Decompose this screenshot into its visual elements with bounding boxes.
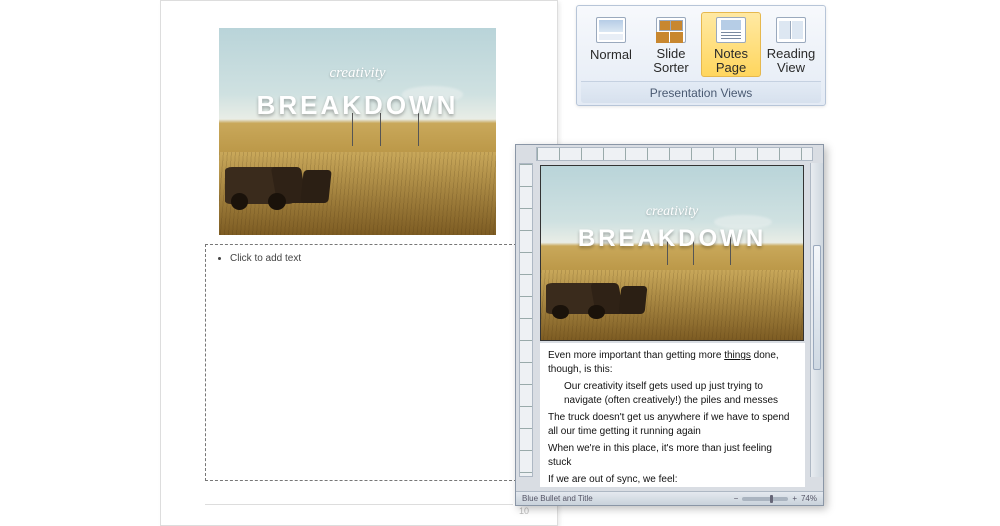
reading-view-button[interactable]: Reading View (761, 12, 821, 77)
notes-page-document: creativity BREAKDOWN Click to add text 1… (160, 0, 558, 526)
notes-page-label-1: Notes (704, 47, 758, 61)
reading-view-icon (776, 17, 806, 43)
normal-view-button[interactable]: Normal (581, 12, 641, 77)
reading-view-label-2: View (764, 61, 818, 75)
note-line: If we are out of sync, we feel: (548, 473, 797, 487)
normal-view-icon (596, 17, 626, 43)
zoom-slider[interactable] (742, 497, 788, 501)
notes-page-icon (716, 17, 746, 43)
zoom-out-icon[interactable]: − (734, 494, 739, 503)
vertical-scrollbar[interactable] (810, 163, 823, 477)
slide-title: BREAKDOWN (219, 90, 496, 121)
mini-notes-pane[interactable]: Even more important than getting more th… (540, 343, 805, 487)
notes-placeholder-text: Click to add text (230, 253, 506, 264)
note-line: The truck doesn't get us anywhere if we … (548, 411, 797, 438)
notes-placeholder[interactable]: Click to add text (205, 244, 517, 481)
mini-slide-title: BREAKDOWN (541, 225, 803, 253)
ribbon-group-label: Presentation Views (581, 81, 821, 103)
scrollbar-thumb[interactable] (813, 245, 821, 371)
status-theme-name: Blue Bullet and Title (522, 494, 593, 503)
mini-slide-art: creativity BREAKDOWN (541, 166, 803, 340)
slide-subtitle: creativity (219, 65, 496, 82)
reading-view-label-1: Reading (764, 47, 818, 61)
slide-art: creativity BREAKDOWN (219, 28, 496, 235)
presentation-views-group: Normal Slide Sorter Notes Page Reading V… (576, 5, 826, 106)
page-footer-rule (205, 504, 513, 505)
mini-slide-thumbnail[interactable]: creativity BREAKDOWN (540, 165, 804, 341)
note-line: When we're in this place, it's more than… (548, 442, 797, 469)
mini-slide-subtitle: creativity (541, 204, 803, 220)
notes-page-button[interactable]: Notes Page (701, 12, 761, 77)
normal-view-label: Normal (584, 47, 638, 62)
zoom-percent[interactable]: 74% (801, 494, 817, 503)
horizontal-ruler[interactable] (536, 147, 813, 161)
mini-status-bar: Blue Bullet and Title − + 74% (516, 491, 823, 505)
zoom-in-icon[interactable]: + (792, 494, 797, 503)
notes-mini-window: creativity BREAKDOWN Even more important… (515, 144, 824, 506)
notes-page-label-2: Page (704, 61, 758, 75)
vertical-ruler[interactable] (519, 163, 533, 477)
page-number: 10 (519, 506, 529, 516)
slide-sorter-label-2: Sorter (644, 61, 698, 75)
slide-sorter-label-1: Slide (644, 47, 698, 61)
slide-thumbnail[interactable]: creativity BREAKDOWN (219, 28, 496, 235)
note-line: Our creativity itself gets used up just … (548, 380, 797, 407)
slide-sorter-icon (656, 17, 686, 43)
slide-sorter-button[interactable]: Slide Sorter (641, 12, 701, 77)
note-line: Even more important than getting more th… (548, 349, 797, 376)
